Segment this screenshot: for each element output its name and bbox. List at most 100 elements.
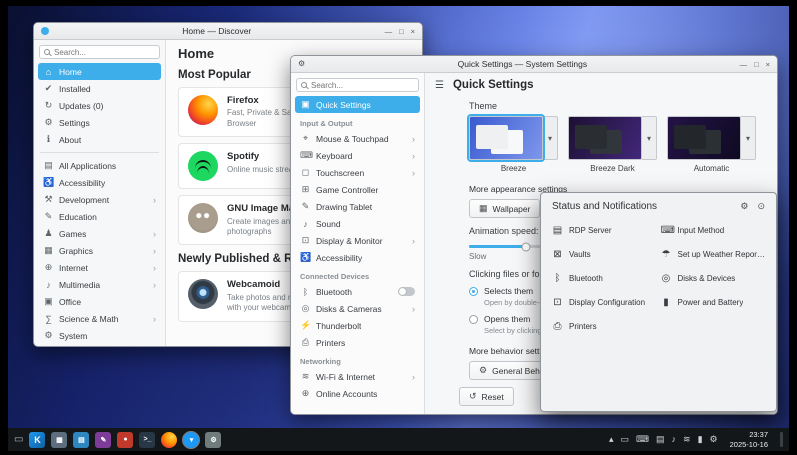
- text-editor-taskbar-icon[interactable]: ✎: [95, 431, 112, 448]
- settings-nav-item[interactable]: ⌨ Keyboard ›: [295, 147, 420, 164]
- discover-category[interactable]: ⚙ System: [38, 327, 161, 344]
- settings-nav-item[interactable]: ᛒ Bluetooth: [295, 283, 420, 300]
- discover-category[interactable]: ▤ All Applications: [38, 157, 161, 174]
- chevron-right-icon: ›: [153, 313, 156, 324]
- theme-card-auto[interactable]: ▾ Automatic: [667, 116, 756, 173]
- minimize-button[interactable]: —: [740, 60, 748, 69]
- pin-icon[interactable]: ⊙: [757, 201, 765, 212]
- screen: { "colors": {"accent": "#3daee9", "panel…: [0, 0, 797, 455]
- virtual-desktop-pager-taskbar-icon[interactable]: ▦: [51, 431, 68, 448]
- popup-item[interactable]: ⎙ Printers: [552, 321, 657, 332]
- settings-nav-item[interactable]: ⊡ Display & Monitor ›: [295, 232, 420, 249]
- theme-card-light[interactable]: ▾ Breeze: [469, 116, 558, 173]
- discover-category[interactable]: ✎ Education: [38, 208, 161, 225]
- popup-item[interactable]: ◎ Disks & Devices: [661, 273, 766, 284]
- theme-thumbnail[interactable]: [469, 116, 543, 160]
- settings-nav-item[interactable]: ⌖ Mouse & Touchpad ›: [295, 130, 420, 147]
- discover-category[interactable]: ⊕ Internet ›: [38, 259, 161, 276]
- discover-nav-updates[interactable]: ↻ Updates (0): [38, 97, 161, 114]
- discover-category[interactable]: ∑ Science & Math ›: [38, 310, 161, 327]
- digital-clock[interactable]: 23:37 2025-10-16: [730, 430, 768, 449]
- popup-item[interactable]: ᛒ Bluetooth: [552, 273, 657, 284]
- settings-titlebar[interactable]: ⚙ Quick Settings — System Settings — □ ×: [291, 56, 777, 73]
- theme-thumbnail[interactable]: [568, 116, 642, 160]
- settings-tray-icon[interactable]: ⚙: [710, 435, 718, 444]
- bluetooth-toggle[interactable]: [398, 287, 415, 296]
- popup-item[interactable]: ▮ Power and Battery: [661, 297, 766, 308]
- radio-button[interactable]: [469, 314, 478, 324]
- close-button[interactable]: ×: [411, 27, 415, 36]
- settings-nav-item[interactable]: ♪ Sound: [295, 215, 420, 232]
- settings-item-icon: ◎: [301, 303, 310, 313]
- slider-handle[interactable]: [521, 242, 531, 251]
- network-icon[interactable]: ≋: [683, 435, 691, 444]
- maximize-button[interactable]: □: [399, 27, 404, 36]
- webcamoid-app-icon: [188, 279, 218, 310]
- settings-nav-item[interactable]: ♿ Accessibility: [295, 249, 420, 266]
- minimize-button[interactable]: —: [385, 27, 393, 36]
- panel-edge-handle[interactable]: [780, 432, 783, 447]
- radio-button[interactable]: [469, 286, 478, 296]
- discover-category[interactable]: ♿ Accessibility: [38, 174, 161, 191]
- chevron-right-icon: ›: [412, 235, 415, 246]
- file-manager-taskbar-icon[interactable]: ▤: [73, 431, 90, 448]
- discover-category[interactable]: ♪ Multimedia ›: [38, 276, 161, 293]
- settings-search[interactable]: [296, 78, 419, 92]
- popup-item[interactable]: ⊠ Vaults: [552, 249, 657, 260]
- theme-dropdown-button[interactable]: ▾: [741, 116, 756, 160]
- discover-nav-settings[interactable]: ⚙ Settings: [38, 114, 161, 131]
- settings-nav-item[interactable]: ⎙ Printers: [295, 334, 420, 351]
- theme-dropdown-button[interactable]: ▾: [642, 116, 657, 160]
- discover-window-icon: [41, 27, 49, 35]
- maximize-button[interactable]: □: [754, 60, 759, 69]
- theme-card-dark[interactable]: ▾ Breeze Dark: [568, 116, 657, 173]
- chat-taskbar-icon[interactable]: ●: [117, 431, 134, 448]
- wallpaper-button[interactable]: ▦ Wallpaper: [469, 199, 541, 218]
- reset-button[interactable]: ↺ Reset: [459, 387, 514, 406]
- discover-category[interactable]: ♟ Games ›: [38, 225, 161, 242]
- settings-nav-item[interactable]: ≋ Wi-Fi & Internet ›: [295, 368, 420, 385]
- konsole-taskbar-icon[interactable]: >_: [139, 431, 156, 448]
- system-settings-taskbar-icon[interactable]: ⚙: [205, 431, 222, 448]
- tray-expand-icon[interactable]: ▴: [609, 435, 614, 444]
- discover-nav-home[interactable]: ⌂ Home: [38, 63, 161, 80]
- settings-sidebar: ▣ Quick Settings Input & Output ⌖ Mouse & …: [291, 73, 425, 414]
- close-button[interactable]: ×: [766, 60, 770, 69]
- discover-category[interactable]: ▣ Office: [38, 293, 161, 310]
- settings-nav-item[interactable]: ⊕ Online Accounts: [295, 385, 420, 402]
- theme-dropdown-button[interactable]: ▾: [543, 116, 558, 160]
- settings-search-input[interactable]: [311, 80, 414, 90]
- discover-titlebar[interactable]: Home — Discover — □ ×: [34, 23, 422, 40]
- settings-item-icon: ✎: [301, 201, 310, 211]
- hamburger-icon[interactable]: ☰: [435, 80, 444, 91]
- popup-item[interactable]: ⌨ Input Method: [661, 225, 766, 236]
- discover-search[interactable]: [39, 45, 160, 59]
- settings-nav-item[interactable]: ⚡ Thunderbolt: [295, 317, 420, 334]
- volume-icon[interactable]: ♪: [672, 435, 677, 444]
- settings-nav-item[interactable]: ✎ Drawing Tablet: [295, 198, 420, 215]
- spotify-app-icon: [188, 151, 218, 182]
- keyboard-layout-icon[interactable]: ⌨: [636, 435, 649, 444]
- discover-nav-about[interactable]: ℹ About: [38, 131, 161, 148]
- settings-item-icon: ◻: [301, 167, 310, 177]
- discover-search-input[interactable]: [54, 47, 155, 57]
- popup-item[interactable]: ▤ RDP Server: [552, 225, 657, 236]
- discover-category[interactable]: ⚒ Development ›: [38, 191, 161, 208]
- popup-item[interactable]: ⊡ Display Configuration: [552, 297, 657, 308]
- battery-icon[interactable]: ▮: [698, 435, 703, 444]
- discover-category[interactable]: ▦ Graphics ›: [38, 242, 161, 259]
- display-icon[interactable]: ▭: [621, 435, 630, 444]
- settings-nav-item[interactable]: ◎ Disks & Cameras ›: [295, 300, 420, 317]
- firefox-taskbar-icon[interactable]: [161, 431, 178, 448]
- discover-nav-installed[interactable]: ✔ Installed: [38, 80, 161, 97]
- configure-icon[interactable]: ⚙: [740, 201, 748, 212]
- discover-taskbar-icon[interactable]: ▾: [182, 430, 201, 449]
- theme-thumbnail[interactable]: [667, 116, 741, 160]
- settings-nav-quick-settings[interactable]: ▣ Quick Settings: [295, 96, 420, 113]
- settings-nav-item[interactable]: ⊞ Game Controller: [295, 181, 420, 198]
- settings-nav-item[interactable]: ◻ Touchscreen ›: [295, 164, 420, 181]
- clipboard-icon[interactable]: ▤: [656, 435, 665, 444]
- show-desktop-icon[interactable]: ▭: [14, 434, 23, 445]
- application-launcher-button[interactable]: K: [29, 431, 46, 448]
- popup-item[interactable]: ☂ Set up Weather Report…: [661, 249, 765, 260]
